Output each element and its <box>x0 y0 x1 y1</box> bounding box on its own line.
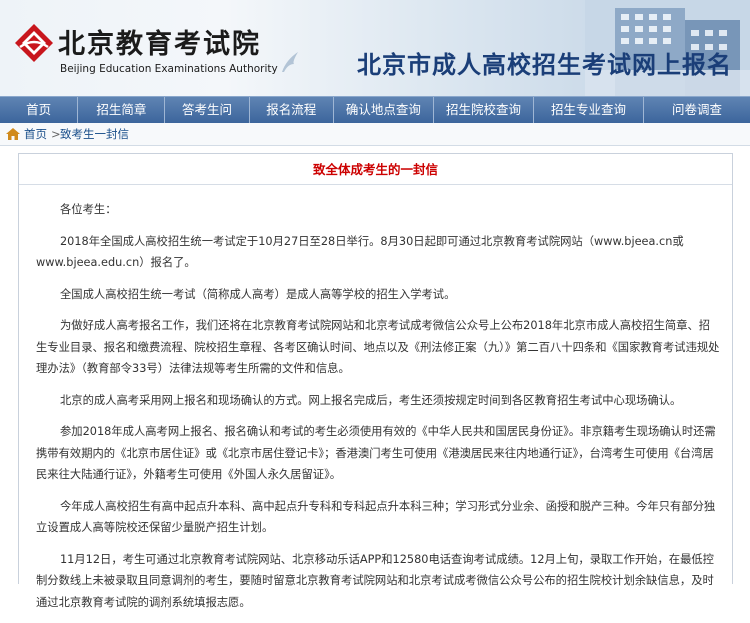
letter-panel: 致全体成考生的一封信 各位考生： 2018年全国成人高校招生统一考试定于10月2… <box>18 153 733 609</box>
main-nav: 首页 招生简章 答考生问 报名流程 确认地点查询 招生院校查询 招生专业查询 问… <box>0 96 750 123</box>
letter-paragraph: 2018年全国成人高校招生统一考试定于10月27日至28日举行。8月30日起即可… <box>36 234 684 270</box>
nav-item-survey[interactable]: 问卷调查 <box>644 97 750 123</box>
breadcrumb-current: 致考生一封信 <box>60 127 129 141</box>
logo-text-chinese: 北京教育考试院 <box>58 29 261 60</box>
beijing-education-exam-authority-logo-icon[interactable] <box>14 23 54 63</box>
nav-item-major-query[interactable]: 招生专业查询 <box>534 97 644 123</box>
logo-text-english: Beijing Education Examinations Authority <box>60 63 278 75</box>
letter-paragraph: 全国成人高校招生统一考试（简称成人高考）是成人高等学校的招生入学考试。 <box>60 287 456 301</box>
letter-paragraph: 11月12日，考生可通过北京教育考试院网站、北京移动乐话APP和12580电话查… <box>36 552 714 609</box>
nav-item-faq[interactable]: 答考生问 <box>165 97 250 123</box>
site-title: 北京市成人高校招生考试网上报名 <box>357 51 732 79</box>
nav-item-registration-process[interactable]: 报名流程 <box>250 97 334 123</box>
letter-body: 各位考生： 2018年全国成人高校招生统一考试定于10月27日至28日举行。8月… <box>36 199 720 623</box>
site-banner: 北京教育考试院 Beijing Education Examinations A… <box>0 0 750 96</box>
letter-paragraph: 为做好成人高考报名工作，我们还将在北京教育考试院网站和北京考试成考微信公众号上公… <box>36 319 720 375</box>
nav-item-admission-guide[interactable]: 招生简章 <box>78 97 166 123</box>
breadcrumb-home-link[interactable]: 首页 <box>24 123 47 145</box>
nav-item-confirmation-site-query[interactable]: 确认地点查询 <box>334 97 434 123</box>
nav-item-home[interactable]: 首页 <box>0 97 79 123</box>
letter-title: 致全体成考生的一封信 <box>19 154 732 185</box>
nav-item-college-query[interactable]: 招生院校查询 <box>434 97 535 123</box>
home-icon[interactable] <box>6 128 20 140</box>
letter-paragraph: 北京的成人高考采用网上报名和现场确认的方式。网上报名完成后，考生还须按规定时间到… <box>60 393 682 407</box>
breadcrumb: 首页 > 致考生一封信 <box>0 123 750 146</box>
letter-salutation: 各位考生： <box>60 203 117 216</box>
letter-paragraph: 今年成人高校招生有高中起点升本科、高中起点升专科和专科起点升本科三种；学习形式分… <box>36 499 716 535</box>
dove-icon <box>282 52 298 72</box>
letter-paragraph: 参加2018年成人高考网上报名、报名确认和考试的考生必须使用有效的《中华人民共和… <box>36 425 716 481</box>
